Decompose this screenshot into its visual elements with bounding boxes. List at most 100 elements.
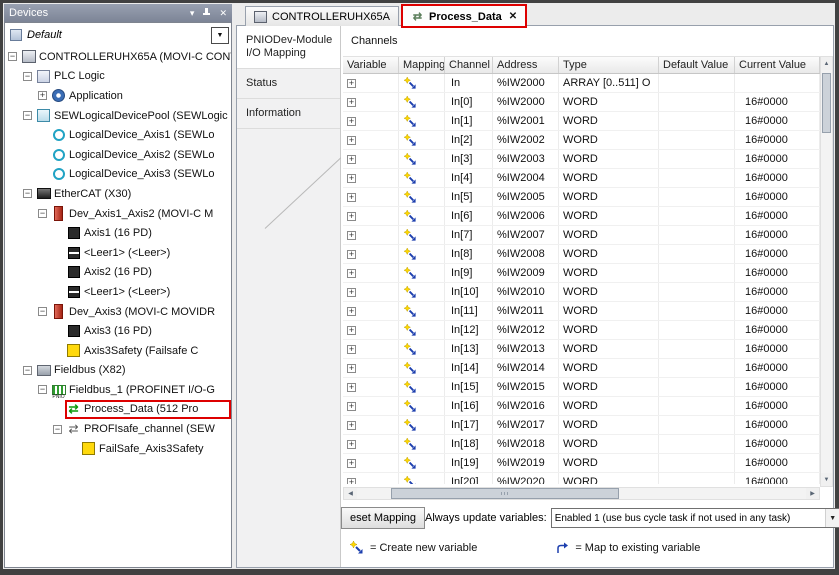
close-tab-icon[interactable]: ✕: [509, 11, 517, 22]
horizontal-scrollbar[interactable]: [343, 487, 820, 500]
tree-item[interactable]: Axis3 (16 PD): [5, 321, 231, 341]
expand-row-icon[interactable]: +: [347, 402, 356, 411]
table-row[interactable]: + In[2] %IW2002 WORD 16#0000: [343, 131, 820, 150]
chevron-down-icon[interactable]: [825, 509, 839, 527]
expand-row-icon[interactable]: +: [347, 117, 356, 126]
tree-item[interactable]: − PNIO Fieldbus_1 (PROFINET I/O-G: [5, 380, 231, 400]
tree-expander-icon[interactable]: −: [23, 189, 32, 198]
tab-controlleruhx65a[interactable]: CONTROLLERUHX65A: [245, 6, 399, 26]
tree-item[interactable]: LogicalDevice_Axis1 (SEWLo: [5, 125, 231, 145]
expand-row-icon[interactable]: +: [347, 307, 356, 316]
column-header[interactable]: Channel: [445, 57, 493, 73]
tree-expander-icon[interactable]: −: [23, 72, 32, 81]
column-header[interactable]: Type: [559, 57, 659, 73]
expand-row-icon[interactable]: +: [347, 136, 356, 145]
expand-row-icon[interactable]: +: [347, 250, 356, 259]
table-row[interactable]: + In[5] %IW2005 WORD 16#0000: [343, 188, 820, 207]
tree-item[interactable]: Axis2 (16 PD): [5, 263, 231, 283]
table-row[interactable]: + In %IW2000 ARRAY [0..511] O: [343, 74, 820, 93]
table-row[interactable]: + In[3] %IW2003 WORD 16#0000: [343, 150, 820, 169]
table-row[interactable]: + In[20] %IW2020 WORD 16#0000: [343, 473, 820, 484]
table-row[interactable]: + In[15] %IW2015 WORD 16#0000: [343, 378, 820, 397]
table-row[interactable]: + In[9] %IW2009 WORD 16#0000: [343, 264, 820, 283]
vertical-scrollbar[interactable]: [820, 56, 833, 487]
expand-row-icon[interactable]: +: [347, 155, 356, 164]
tree-item[interactable]: LogicalDevice_Axis2 (SEWLo: [5, 145, 231, 165]
tree-item[interactable]: − EtherCAT (X30): [5, 184, 231, 204]
tab-io-mapping[interactable]: PNIODev-Module I/O Mapping: [237, 26, 340, 69]
tree-expander-icon[interactable]: −: [38, 307, 47, 316]
tree-item[interactable]: Axis3Safety (Failsafe C: [5, 341, 231, 361]
tree-expander-icon[interactable]: −: [23, 111, 32, 120]
tree-expander-icon[interactable]: −: [8, 52, 17, 61]
expand-row-icon[interactable]: +: [347, 326, 356, 335]
vertical-scroll-thumb[interactable]: [822, 73, 831, 133]
tree-item[interactable]: − Fieldbus (X82): [5, 361, 231, 381]
tree-item[interactable]: LogicalDevice_Axis3 (SEWLo: [5, 165, 231, 185]
device-set-dropdown-button[interactable]: [211, 27, 229, 44]
chevron-down-icon[interactable]: [190, 8, 195, 19]
always-update-select[interactable]: Enabled 1 (use bus cycle task if not use…: [551, 508, 839, 528]
expand-row-icon[interactable]: +: [347, 383, 356, 392]
column-header[interactable]: Default Value: [659, 57, 735, 73]
expand-row-icon[interactable]: +: [347, 174, 356, 183]
table-row[interactable]: + In[13] %IW2013 WORD 16#0000: [343, 340, 820, 359]
tree-item[interactable]: − Dev_Axis1_Axis2 (MOVI-C M: [5, 204, 231, 224]
tree-item[interactable]: <Leer1> (<Leer>): [5, 243, 231, 263]
tab-status[interactable]: Status: [237, 69, 340, 99]
expand-row-icon[interactable]: +: [347, 421, 356, 430]
tree-expander-icon[interactable]: +: [38, 91, 47, 100]
tree-item[interactable]: − Dev_Axis3 (MOVI-C MOVIDR: [5, 302, 231, 322]
tree-expander-icon[interactable]: −: [38, 209, 47, 218]
tree-item[interactable]: Process_Data (512 Pro: [5, 400, 231, 420]
table-row[interactable]: + In[4] %IW2004 WORD 16#0000: [343, 169, 820, 188]
tree-item[interactable]: + Application: [5, 86, 231, 106]
expand-row-icon[interactable]: +: [347, 231, 356, 240]
table-row[interactable]: + In[8] %IW2008 WORD 16#0000: [343, 245, 820, 264]
horizontal-scroll-thumb[interactable]: [391, 488, 619, 499]
column-header[interactable]: Address: [493, 57, 559, 73]
tree-item[interactable]: Axis1 (16 PD): [5, 223, 231, 243]
table-row[interactable]: + In[1] %IW2001 WORD 16#0000: [343, 112, 820, 131]
reset-mapping-button[interactable]: eset Mapping: [341, 507, 425, 529]
tree-item[interactable]: − SEWLogicalDevicePool (SEWLogic: [5, 106, 231, 126]
table-row[interactable]: + In[6] %IW2006 WORD 16#0000: [343, 207, 820, 226]
tab-process-data[interactable]: Process_Data ✕: [402, 5, 526, 27]
table-row[interactable]: + In[11] %IW2011 WORD 16#0000: [343, 302, 820, 321]
table-row[interactable]: + In[19] %IW2019 WORD 16#0000: [343, 454, 820, 473]
tree-expander-icon[interactable]: −: [38, 385, 47, 394]
tab-information[interactable]: Information: [237, 99, 340, 129]
tree-expander-icon[interactable]: −: [23, 366, 32, 375]
table-row[interactable]: + In[17] %IW2017 WORD 16#0000: [343, 416, 820, 435]
column-header[interactable]: Current Value: [735, 57, 820, 73]
tree-item[interactable]: − PLC Logic: [5, 67, 231, 87]
tree-expander-icon[interactable]: −: [53, 425, 62, 434]
tree-item[interactable]: FailSafe_Axis3Safety: [5, 439, 231, 459]
expand-row-icon[interactable]: +: [347, 212, 356, 221]
column-header[interactable]: Variable: [343, 57, 399, 73]
close-icon[interactable]: [219, 8, 227, 19]
expand-row-icon[interactable]: +: [347, 79, 356, 88]
table-row[interactable]: + In[0] %IW2000 WORD 16#0000: [343, 93, 820, 112]
table-row[interactable]: + In[7] %IW2007 WORD 16#0000: [343, 226, 820, 245]
scroll-up-icon[interactable]: [821, 57, 832, 70]
scroll-right-icon[interactable]: [806, 488, 819, 499]
device-set-selector[interactable]: Default: [5, 24, 231, 45]
expand-row-icon[interactable]: +: [347, 345, 356, 354]
expand-row-icon[interactable]: +: [347, 98, 356, 107]
column-header[interactable]: Mapping: [399, 57, 445, 73]
pin-icon[interactable]: [202, 8, 211, 18]
horizontal-scroll-track[interactable]: [357, 488, 806, 499]
expand-row-icon[interactable]: +: [347, 478, 356, 485]
expand-row-icon[interactable]: +: [347, 269, 356, 278]
expand-row-icon[interactable]: +: [347, 193, 356, 202]
table-row[interactable]: + In[18] %IW2018 WORD 16#0000: [343, 435, 820, 454]
scroll-down-icon[interactable]: [821, 473, 832, 486]
expand-row-icon[interactable]: +: [347, 440, 356, 449]
tree-item[interactable]: − CONTROLLERUHX65A (MOVI-C CONT: [5, 47, 231, 67]
expand-row-icon[interactable]: +: [347, 364, 356, 373]
scroll-left-icon[interactable]: [344, 488, 357, 499]
table-row[interactable]: + In[10] %IW2010 WORD 16#0000: [343, 283, 820, 302]
expand-row-icon[interactable]: +: [347, 459, 356, 468]
tree-item[interactable]: − PROFIsafe_channel (SEW: [5, 419, 231, 439]
